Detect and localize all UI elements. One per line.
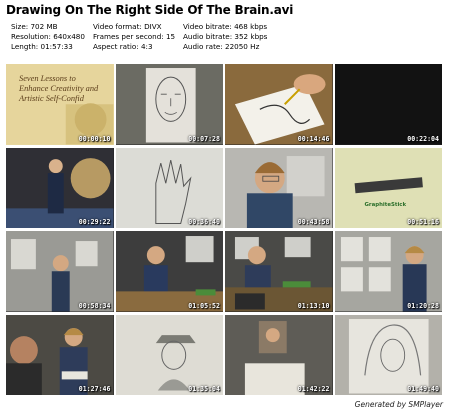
thumbnail-2: 00:07:28	[115, 64, 223, 145]
timestamp: 01:20:28	[407, 301, 439, 310]
timestamp: 00:29:22	[78, 218, 111, 226]
timestamp: 01:13:10	[297, 301, 330, 310]
timestamp: 01:27:46	[78, 385, 111, 393]
info-fps: Frames per second: 15	[93, 32, 176, 41]
graphite-stick-label: GraphiteStick	[364, 201, 407, 208]
thumbnail-9: 00:58:34	[6, 231, 114, 312]
thumbnail-10: 01:05:52	[115, 231, 223, 312]
info-audio-bitrate: Audio bitrate: 352 kbps	[183, 32, 268, 41]
thumbnail-11: 01:13:10	[225, 231, 333, 312]
info-aspect-ratio: Aspect ratio: 4:3	[93, 42, 153, 51]
info-video-format: Video format: DIVX	[93, 22, 162, 31]
timestamp: 00:36:40	[188, 218, 220, 226]
timestamp: 01:49:40	[407, 385, 439, 393]
thumbnail-1: Seven Lessons to Enhance Creativity and …	[6, 64, 114, 145]
timestamp: 00:22:04	[407, 134, 439, 143]
thumbnail-5: 00:29:22	[6, 147, 114, 228]
info-length: Length: 01:57:33	[11, 42, 73, 51]
timestamp: 01:05:52	[188, 301, 220, 310]
timestamp: 00:43:58	[297, 218, 330, 226]
thumbnail-8: GraphiteStick 00:51:16	[334, 147, 442, 228]
info-column-3: Video bitrate: 468 kbps Audio bitrate: 3…	[183, 22, 267, 52]
info-column-1: Size: 702 MB Resolution: 640x480 Length:…	[11, 22, 85, 52]
info-size: Size: 702 MB	[11, 22, 58, 31]
video-title: Drawing On The Right Side Of The Brain.a…	[6, 3, 294, 17]
thumbnail-4: 00:22:04	[334, 64, 442, 145]
thumbnail-15: 01:42:22	[225, 314, 333, 395]
thumbnail-3: 00:14:46	[225, 64, 333, 145]
thumbnail-14: 01:35:04	[115, 314, 223, 395]
thumbnail-6: 00:36:40	[115, 147, 223, 228]
timestamp: 00:58:34	[78, 301, 111, 310]
timestamp: 01:35:04	[188, 385, 220, 393]
info-video-bitrate: Video bitrate: 468 kbps	[183, 22, 268, 31]
info-resolution: Resolution: 640x480	[11, 32, 85, 41]
thumbnail-12: 01:20:28	[334, 231, 442, 312]
thumbnail-16: 01:49:40	[334, 314, 442, 395]
info-column-2: Video format: DIVX Frames per second: 15…	[93, 22, 175, 52]
thumbnail-grid: Seven Lessons to Enhance Creativity and …	[6, 64, 444, 396]
generator-credit: Generated by SMPlayer	[354, 400, 443, 409]
info-audio-rate: Audio rate: 22050 Hz	[183, 42, 260, 51]
timestamp: 00:07:28	[188, 134, 220, 143]
timestamp: 01:42:22	[297, 385, 330, 393]
thumbnail-7: 00:43:58	[225, 147, 333, 228]
timestamp: 00:14:46	[297, 134, 330, 143]
title-card-text: Seven Lessons to Enhance Creativity and …	[19, 74, 99, 103]
timestamp: 00:00:10	[78, 134, 111, 143]
thumbnail-13: 01:27:46	[6, 314, 114, 395]
timestamp: 00:51:16	[407, 218, 439, 226]
